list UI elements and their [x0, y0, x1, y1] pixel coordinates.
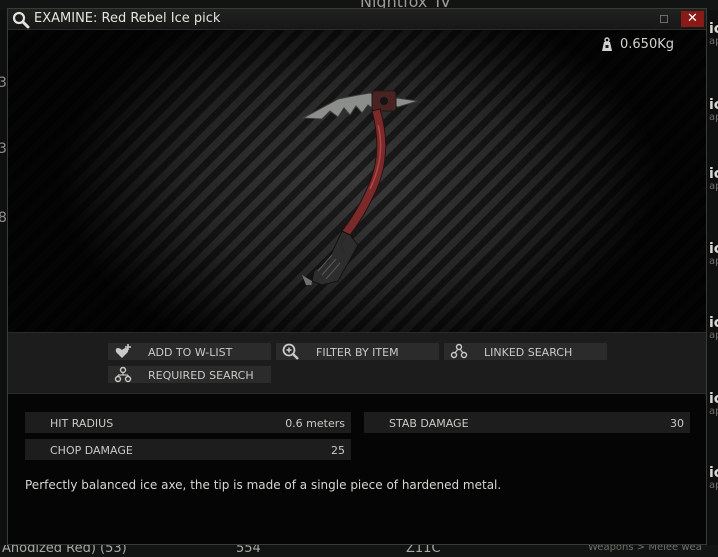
window-title: EXAMINE: Red Rebel Ice pick: [34, 11, 221, 26]
background-bottom-text: Anodized Red) (53): [2, 545, 127, 556]
item-description: Perfectly balanced ice axe, the tip is m…: [25, 478, 502, 492]
required-search-button[interactable]: REQUIRED SEARCH: [108, 366, 271, 383]
weight-icon: [602, 37, 612, 51]
stat-label: STAB DAMAGE: [389, 417, 469, 430]
filter-by-item-label: FILTER BY ITEM: [316, 346, 399, 359]
background-bottom-text: Z11C: [406, 545, 441, 556]
background-left-digit: 3: [0, 75, 7, 91]
close-button[interactable]: ✕: [681, 11, 704, 27]
background-tab-text: Nightfox_IV: [360, 0, 452, 11]
background-right-item: icap: [709, 315, 718, 341]
stat-value: 30: [670, 417, 684, 430]
add-to-wlist-button[interactable]: ADD TO W-LIST: [108, 343, 271, 360]
zoom-filter-icon: [282, 343, 299, 360]
stat-stab-damage: STAB DAMAGE 30: [364, 412, 690, 433]
stat-hit-radius: HIT RADIUS 0.6 meters: [25, 412, 351, 433]
stat-label: CHOP DAMAGE: [50, 444, 133, 457]
examine-window: EXAMINE: Red Rebel Ice pick ✕ 0.650Kg AD…: [7, 8, 707, 545]
linked-search-label: LINKED SEARCH: [484, 346, 573, 359]
add-to-wlist-label: ADD TO W-LIST: [148, 346, 233, 359]
background-right-strip: icap icap icap icap icap icap icap: [707, 10, 718, 545]
magnifier-icon: [12, 11, 30, 29]
background-bottom-text: Weapons > Melee wea: [588, 545, 702, 553]
action-panel: ADD TO W-LIST FILTER BY ITEM LINKED SEAR…: [8, 332, 706, 394]
background-bottom-text: 554: [236, 545, 261, 556]
background-left-digit: 3: [0, 141, 7, 157]
background-right-item: icap: [709, 465, 718, 491]
stat-value: 0.6 meters: [285, 417, 345, 430]
filter-by-item-button[interactable]: FILTER BY ITEM: [276, 343, 439, 360]
background-right-item: icap: [709, 391, 718, 417]
item-preview[interactable]: 0.650Kg: [8, 30, 706, 332]
linked-search-button[interactable]: LINKED SEARCH: [444, 343, 607, 360]
background-right-item: icap: [709, 21, 718, 47]
required-nodes-icon: [114, 366, 132, 383]
background-right-item: icap: [709, 166, 718, 192]
background-left-digit: 8: [0, 210, 7, 226]
stat-label: HIT RADIUS: [50, 417, 114, 430]
background-right-item: icap: [709, 97, 718, 123]
required-search-label: REQUIRED SEARCH: [148, 369, 254, 382]
minimize-button[interactable]: [660, 15, 668, 23]
background-bottom-bar: Anodized Red) (53) 554 Z11C Weapons > Me…: [0, 545, 718, 557]
item-weight-value: 0.650Kg: [620, 37, 674, 52]
stat-value: 25: [331, 444, 345, 457]
background-right-item: icap: [709, 241, 718, 267]
stat-chop-damage: CHOP DAMAGE 25: [25, 439, 351, 460]
heart-plus-icon: [115, 344, 131, 358]
ice-pick-image: [301, 90, 419, 285]
window-titlebar[interactable]: EXAMINE: Red Rebel Ice pick ✕: [8, 9, 706, 30]
item-weight: 0.650Kg: [602, 37, 674, 52]
linked-nodes-icon: [450, 343, 468, 359]
